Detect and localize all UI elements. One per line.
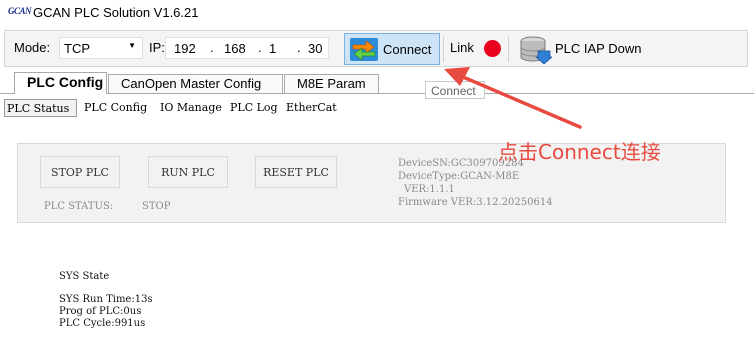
connect-button[interactable]: Connect — [344, 33, 440, 65]
subtab-io-manage[interactable]: IO Manage — [160, 99, 222, 117]
firmware-version: Firmware VER:3.12.20250614 — [398, 197, 553, 208]
tab-plc-config[interactable]: PLC Config — [14, 72, 107, 94]
tab-divider — [0, 93, 754, 94]
stop-plc-button[interactable]: STOP PLC — [40, 156, 120, 188]
ip-octet-4[interactable]: 30 — [308, 41, 322, 56]
device-version: VER:1.1.1 — [404, 184, 455, 195]
ip-separator: . — [258, 40, 262, 55]
subtab-ethercat[interactable]: EtherCat — [286, 99, 337, 117]
app-logo: GCAN — [8, 6, 32, 16]
connect-label: Connect — [383, 42, 432, 57]
run-plc-button[interactable]: RUN PLC — [148, 156, 228, 188]
database-download-icon — [520, 36, 552, 65]
mode-select[interactable]: TCP ▼ — [59, 37, 143, 59]
plc-status-value: STOP — [142, 201, 171, 212]
toolbar: Mode: TCP ▼ IP: 192 . 168 . 1 . 30 Conne… — [4, 30, 748, 67]
mode-label: Mode: — [14, 40, 51, 55]
main-tabs: PLC Config CanOpen Master Config M8E Par… — [0, 72, 754, 94]
prog-of-plc: Prog of PLC:0us — [59, 306, 142, 317]
iap-download-label: PLC IAP Down — [555, 41, 642, 56]
reset-plc-button[interactable]: RESET PLC — [255, 156, 337, 188]
window-title: GCAN PLC Solution V1.6.21 — [33, 5, 199, 20]
connect-tooltip: Connect — [425, 81, 485, 99]
plc-status-label: PLC STATUS: — [44, 201, 114, 212]
ip-octet-2[interactable]: 168 — [224, 41, 246, 56]
subtab-plc-status[interactable]: PLC Status — [4, 99, 77, 117]
link-label: Link — [450, 40, 474, 55]
subtab-plc-config[interactable]: PLC Config — [84, 99, 147, 117]
toolbar-divider — [508, 36, 509, 62]
title-bar: GCAN GCAN PLC Solution V1.6.21 — [0, 0, 754, 26]
device-type: DeviceType:GCAN-M8E — [398, 171, 520, 182]
connect-arrows-icon — [350, 38, 378, 61]
subtab-plc-log[interactable]: PLC Log — [230, 99, 278, 117]
iap-download-button[interactable]: PLC IAP Down — [515, 33, 653, 65]
ip-octet-1[interactable]: 192 — [174, 41, 196, 56]
tab-m8e-param[interactable]: M8E Param — [284, 74, 379, 94]
mode-value: TCP — [64, 41, 90, 56]
annotation-text: 点击Connect连接 — [498, 140, 661, 164]
sys-state-title: SYS State — [59, 271, 110, 282]
toolbar-divider — [443, 36, 444, 62]
chevron-down-icon: ▼ — [128, 41, 136, 50]
tab-canopen-master-config[interactable]: CanOpen Master Config — [108, 74, 283, 94]
ip-label: IP: — [149, 40, 165, 55]
ip-address-input[interactable]: 192 . 168 . 1 . 30 — [165, 37, 329, 59]
link-status-indicator — [484, 40, 501, 57]
ip-octet-3[interactable]: 1 — [269, 41, 276, 56]
sys-run-time: SYS Run Time:13s — [59, 294, 153, 305]
ip-separator: . — [210, 40, 214, 55]
ip-separator: . — [297, 40, 301, 55]
plc-cycle: PLC Cycle:991us — [59, 318, 146, 329]
